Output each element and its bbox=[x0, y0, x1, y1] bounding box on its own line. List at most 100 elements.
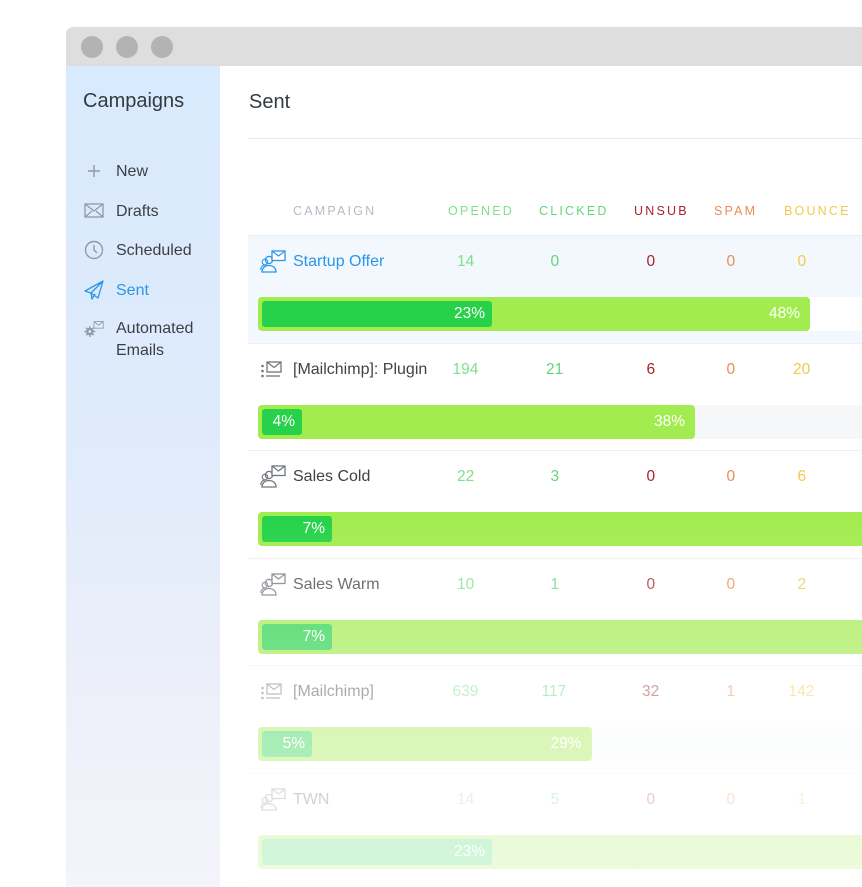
opened-count: 639 bbox=[452, 683, 479, 700]
campaign-name[interactable]: Sales Warm bbox=[293, 576, 380, 594]
sidebar-item-label: Automated Emails bbox=[116, 320, 194, 359]
campaign-name[interactable]: [Mailchimp]: Plugin bbox=[293, 361, 427, 379]
sidebar-item-label: New bbox=[116, 163, 149, 180]
title-divider bbox=[248, 138, 862, 139]
open-rate-label: 48% bbox=[768, 305, 800, 322]
click-rate-bar: 5% bbox=[262, 731, 312, 757]
column-header-campaign[interactable]: CAMPAIGN bbox=[293, 204, 376, 218]
column-header-clicked[interactable]: CLICKED bbox=[539, 204, 609, 218]
campaign-row[interactable]: Startup Offer 14 0 0 0 0 48% 23% bbox=[248, 236, 862, 344]
opened-count: 14 bbox=[457, 790, 475, 808]
campaign-row[interactable]: Sales Cold 22 3 0 0 6 7% bbox=[248, 451, 862, 559]
campaign-name-cell[interactable]: [Mailchimp]: Plugin bbox=[260, 358, 427, 382]
plus-icon bbox=[84, 161, 104, 181]
click-rate-label: 7% bbox=[302, 627, 325, 645]
rate-bar-track: 38% 4% bbox=[258, 404, 862, 439]
title-bar bbox=[66, 27, 862, 66]
click-rate-label: 4% bbox=[272, 412, 295, 430]
click-rate-bar: 4% bbox=[262, 408, 302, 435]
bounce-count: 142 bbox=[788, 683, 815, 700]
clicked-count: 0 bbox=[550, 253, 560, 270]
table-header: CAMPAIGN OPENED CLICKED UNSUB SPAM BOUNC… bbox=[248, 200, 862, 237]
column-header-unsub[interactable]: UNSUB bbox=[634, 204, 689, 218]
campaign-table-body: Startup Offer 14 0 0 0 0 48% 23% [Mailch… bbox=[248, 236, 862, 881]
unsub-count: 6 bbox=[646, 360, 656, 378]
spam-count: 0 bbox=[726, 790, 736, 808]
spam-count: 1 bbox=[726, 683, 736, 700]
sidebar-item-label: Scheduled bbox=[116, 242, 192, 259]
list-envelope-icon bbox=[260, 680, 286, 704]
column-header-spam[interactable]: SPAM bbox=[714, 204, 757, 218]
unsub-count: 0 bbox=[646, 253, 656, 270]
sidebar-item-scheduled[interactable]: Scheduled bbox=[66, 240, 220, 280]
clicked-count: 5 bbox=[550, 790, 560, 808]
spam-count: 0 bbox=[726, 253, 736, 270]
rate-bar-track: 23% bbox=[258, 834, 862, 869]
sidebar-item-new[interactable]: New bbox=[66, 161, 220, 201]
open-rate-bar: 38% bbox=[258, 404, 695, 439]
campaign-name-cell[interactable]: Startup Offer bbox=[260, 250, 384, 274]
click-rate-bar: 23% bbox=[262, 838, 492, 865]
campaign-name-cell[interactable]: Sales Warm bbox=[260, 572, 380, 597]
opened-count: 194 bbox=[452, 360, 479, 378]
bounce-count: 2 bbox=[797, 575, 807, 593]
people-envelope-icon bbox=[260, 250, 286, 274]
campaign-row[interactable]: Sales Warm 10 1 0 0 2 7% bbox=[248, 559, 862, 666]
unsub-count: 0 bbox=[646, 575, 656, 593]
clicked-count: 117 bbox=[541, 683, 567, 700]
list-envelope-icon bbox=[260, 358, 286, 382]
spam-count: 0 bbox=[726, 575, 736, 593]
maximize-window-button[interactable] bbox=[151, 36, 173, 58]
paper-plane-icon bbox=[84, 279, 104, 300]
rate-bar-track: 7% bbox=[258, 619, 862, 654]
campaign-name-cell[interactable]: TWN bbox=[260, 787, 329, 812]
app-window: Campaigns New Drafts Scheduled Sent Auto… bbox=[66, 27, 862, 887]
campaign-name-cell[interactable]: [Mailchimp] bbox=[260, 680, 374, 704]
rate-bar-track: 7% bbox=[258, 512, 862, 546]
clock-icon bbox=[84, 240, 104, 260]
campaign-name[interactable]: [Mailchimp] bbox=[293, 683, 374, 701]
sidebar-item-label: Sent bbox=[116, 281, 149, 299]
sidebar-item-sent[interactable]: Sent bbox=[66, 279, 220, 320]
campaign-name[interactable]: TWN bbox=[293, 791, 329, 809]
click-rate-bar: 7% bbox=[262, 516, 332, 542]
main-content: Sent CAMPAIGN OPENED CLICKED UNSUB SPAM … bbox=[220, 66, 862, 887]
opened-count: 10 bbox=[457, 575, 475, 593]
campaign-name[interactable]: Startup Offer bbox=[293, 253, 384, 271]
bounce-count: 6 bbox=[797, 468, 807, 485]
sidebar-title: Campaigns bbox=[83, 90, 185, 112]
open-rate-label: 29% bbox=[550, 735, 582, 752]
click-rate-label: 7% bbox=[302, 520, 325, 537]
envelope-icon bbox=[84, 201, 104, 221]
clicked-count: 1 bbox=[550, 575, 560, 593]
campaign-name[interactable]: Sales Cold bbox=[293, 468, 370, 486]
minimize-window-button[interactable] bbox=[116, 36, 138, 58]
sidebar-item-drafts[interactable]: Drafts bbox=[66, 201, 220, 241]
rate-bar-track: 29% 5% bbox=[258, 727, 862, 761]
people-envelope-icon bbox=[260, 787, 286, 812]
campaign-row[interactable]: TWN 14 5 0 0 1 23% bbox=[248, 774, 862, 881]
click-rate-label: 23% bbox=[453, 842, 485, 860]
click-rate-label: 23% bbox=[453, 305, 485, 322]
campaign-row[interactable]: [Mailchimp]: Plugin 194 21 6 0 20 38% 4% bbox=[248, 344, 862, 451]
unsub-count: 0 bbox=[646, 790, 656, 808]
click-rate-bar: 23% bbox=[262, 301, 492, 327]
unsub-count: 32 bbox=[642, 683, 660, 700]
gear-envelope-icon bbox=[84, 319, 104, 339]
spam-count: 0 bbox=[726, 468, 736, 485]
opened-count: 14 bbox=[457, 253, 475, 270]
clicked-count: 3 bbox=[550, 468, 560, 485]
clicked-count: 21 bbox=[546, 360, 564, 378]
rate-bar-track: 48% 23% bbox=[258, 297, 862, 331]
campaign-name-cell[interactable]: Sales Cold bbox=[260, 465, 370, 489]
close-window-button[interactable] bbox=[81, 36, 103, 58]
open-rate-label: 38% bbox=[653, 412, 685, 430]
sidebar-nav: New Drafts Scheduled Sent Automated Emai… bbox=[66, 161, 220, 365]
opened-count: 22 bbox=[457, 468, 475, 485]
click-rate-label: 5% bbox=[282, 735, 305, 752]
column-header-bounce[interactable]: BOUNCE bbox=[784, 204, 851, 218]
open-rate-bar bbox=[258, 512, 862, 546]
sidebar-item-automated-emails[interactable]: Automated Emails bbox=[66, 319, 220, 365]
column-header-opened[interactable]: OPENED bbox=[448, 204, 514, 218]
campaign-row[interactable]: [Mailchimp] 639 117 32 1 142 29% 5% bbox=[248, 666, 862, 774]
